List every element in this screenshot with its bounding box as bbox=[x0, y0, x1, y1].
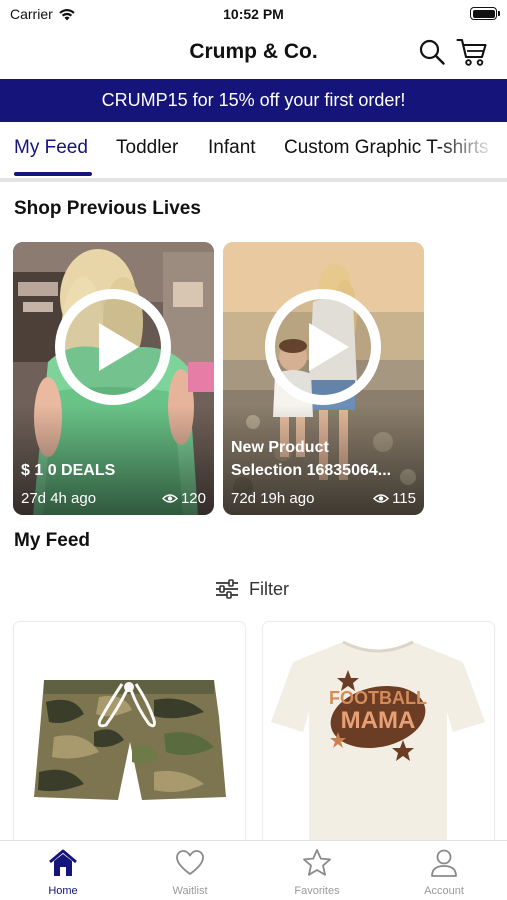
product-image-camo-shorts bbox=[34, 680, 226, 800]
previous-lives-title: Shop Previous Lives bbox=[14, 198, 201, 219]
battery-icon bbox=[470, 7, 500, 20]
tab-toddler[interactable]: Toddler bbox=[116, 137, 178, 159]
view-count: 120 bbox=[161, 490, 206, 507]
tabs-fade bbox=[437, 122, 507, 178]
active-tab-indicator bbox=[14, 172, 92, 176]
play-icon[interactable] bbox=[263, 287, 383, 407]
person-icon bbox=[431, 849, 457, 877]
tab-my-feed[interactable]: My Feed bbox=[14, 137, 88, 159]
tab-bar-home[interactable]: Home bbox=[0, 841, 126, 900]
bottom-tab-bar: Home Waitlist Favorites Account bbox=[0, 840, 507, 900]
live-age: 27d 4h ago bbox=[21, 490, 97, 507]
app-header: Crump & Co. bbox=[0, 28, 507, 78]
view-count-value: 120 bbox=[180, 490, 206, 507]
live-age: 72d 19h ago bbox=[231, 490, 315, 507]
view-count-value: 115 bbox=[392, 490, 416, 507]
tab-bar-waitlist[interactable]: Waitlist bbox=[127, 841, 253, 900]
tab-bar-label: Account bbox=[424, 885, 464, 897]
feed-title: My Feed bbox=[14, 530, 91, 551]
live-replay-card[interactable]: $ 1 0 DEALS 27d 4h ago 120 bbox=[13, 242, 214, 515]
tabs-divider bbox=[0, 178, 507, 182]
tab-bar-label: Waitlist bbox=[172, 885, 208, 897]
live-caption: $ 1 0 DEALS bbox=[21, 462, 116, 479]
cart-icon[interactable] bbox=[456, 37, 488, 67]
product-card[interactable]: FOOTBALL MAMA bbox=[263, 622, 494, 862]
product-card[interactable] bbox=[14, 622, 245, 862]
live-meta: 72d 19h ago 115 bbox=[231, 490, 416, 507]
tab-infant[interactable]: Infant bbox=[208, 137, 256, 159]
filter-button[interactable]: Filter bbox=[215, 575, 289, 603]
sliders-icon bbox=[216, 579, 238, 599]
tab-bar-favorites[interactable]: Favorites bbox=[254, 841, 380, 900]
graphic-text-line: MAMA bbox=[341, 707, 416, 734]
heart-icon bbox=[176, 850, 204, 875]
home-icon bbox=[49, 849, 77, 876]
tab-bar-account[interactable]: Account bbox=[381, 841, 507, 900]
live-caption: Selection 16835064... bbox=[231, 462, 392, 479]
live-meta: 27d 4h ago 120 bbox=[21, 490, 206, 507]
graphic-text-line: FOOTBALL bbox=[329, 688, 427, 708]
play-icon[interactable] bbox=[53, 287, 173, 407]
star-icon bbox=[303, 849, 331, 876]
category-tabs: My Feed Toddler Infant Custom Graphic T-… bbox=[0, 122, 507, 178]
live-replay-card[interactable]: New Product Selection 16835064... 72d 19… bbox=[223, 242, 424, 515]
eye-icon bbox=[373, 494, 390, 503]
tab-bar-label: Favorites bbox=[294, 885, 340, 897]
tab-bar-label: Home bbox=[48, 885, 78, 897]
view-count: 115 bbox=[373, 490, 416, 507]
status-bar: Carrier 10:52 PM bbox=[0, 0, 507, 28]
search-icon[interactable] bbox=[418, 38, 446, 66]
filter-label: Filter bbox=[249, 578, 289, 599]
product-image-football-mama-tshirt: FOOTBALL MAMA bbox=[271, 640, 485, 862]
eye-icon bbox=[161, 494, 178, 503]
promo-text: CRUMP15 for 15% off your first order! bbox=[101, 90, 406, 110]
promo-banner[interactable]: CRUMP15 for 15% off your first order! bbox=[0, 79, 507, 122]
clock: 10:52 PM bbox=[223, 6, 284, 22]
live-caption: New Product bbox=[231, 439, 329, 456]
